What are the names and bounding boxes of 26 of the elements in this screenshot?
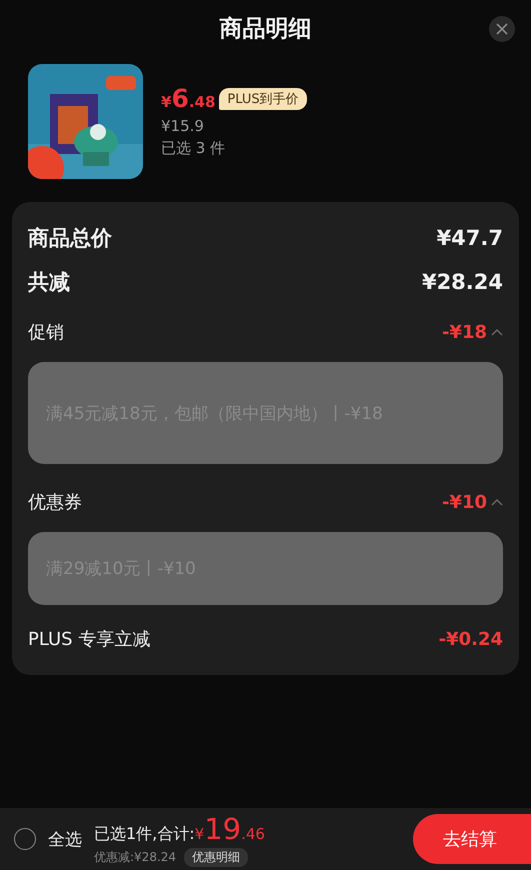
savings-text: 优惠减:¥28.24 (94, 848, 176, 866)
discount-detail-button[interactable]: 优惠明细 (184, 848, 248, 866)
chevron-icon[interactable] (491, 498, 503, 506)
discount-amount: -¥0.24 (438, 628, 503, 650)
discount-amount: -¥10 (442, 492, 487, 512)
selected-summary: 已选1件,合计: (94, 824, 195, 844)
chevron-icon[interactable] (491, 328, 503, 336)
discount-label: 促销 (28, 321, 64, 344)
sheet-title: 商品明细 (220, 14, 312, 44)
discount-label: 优惠券 (28, 491, 82, 514)
select-all-label[interactable]: 全选 (48, 828, 82, 850)
summary-amount: ¥28.24 (422, 270, 503, 294)
discount-label: PLUS 专享立减 (28, 628, 150, 651)
summary-label: 共减 (28, 269, 70, 296)
plus-price-tag: PLUS到手价 (219, 88, 307, 110)
summary-label: 商品总价 (28, 225, 112, 252)
original-price: ¥15.9 (161, 117, 205, 135)
total-price: ¥19.46 (194, 812, 265, 846)
select-all-radio[interactable] (14, 828, 36, 850)
discount-amount: -¥18 (442, 322, 487, 342)
close-button[interactable] (489, 16, 515, 42)
summary-amount: ¥47.7 (436, 226, 503, 250)
close-icon[interactable] (496, 23, 508, 35)
plus-price: ¥6.48 (161, 84, 216, 113)
checkout-button[interactable]: 去结算 (413, 814, 531, 864)
selected-quantity: 已选 3 件 (161, 139, 226, 158)
